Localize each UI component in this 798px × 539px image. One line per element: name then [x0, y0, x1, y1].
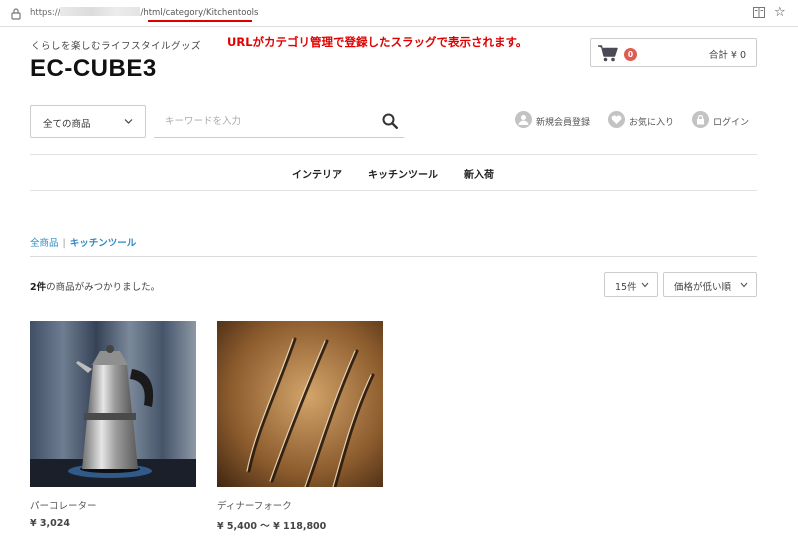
cart-count-badge: 0 [624, 48, 637, 61]
url-path-slug: category/Kitchentools [165, 8, 259, 18]
product-price: ¥ 3,024 [30, 518, 70, 529]
user-icon [515, 111, 532, 128]
nav-divider-top [30, 154, 757, 155]
url-scheme: https:// [30, 8, 61, 18]
cart-button[interactable]: 0 合計 ¥ 0 [590, 38, 757, 67]
breadcrumb: 全商品 | キッチンツール [30, 235, 136, 249]
nav-divider-bottom [30, 190, 757, 191]
heart-icon [608, 111, 625, 128]
sort-order-value: 価格が低い順 [674, 282, 732, 293]
login-label: ログイン [713, 118, 750, 128]
favorites-label: お気に入り [629, 118, 675, 128]
chevron-down-icon [740, 282, 748, 288]
url-highlight-underline [148, 20, 252, 22]
per-page-select[interactable]: 15件 [604, 272, 658, 297]
product-image-percolator[interactable] [30, 321, 196, 487]
bookmark-star-icon[interactable]: ☆ [774, 5, 786, 20]
reader-view-icon[interactable] [753, 7, 765, 18]
sort-order-select[interactable]: 価格が低い順 [663, 272, 757, 297]
lock-icon [692, 111, 709, 128]
nav-item-kitchentools[interactable]: キッチンツール [368, 166, 438, 181]
chevron-down-icon [641, 282, 649, 288]
nav-item-interior[interactable]: インテリア [292, 166, 342, 181]
product-name[interactable]: ディナーフォーク [217, 498, 292, 512]
search-icon[interactable] [382, 113, 398, 129]
cart-total: 合計 ¥ 0 [708, 50, 746, 61]
cart-icon [598, 45, 618, 62]
result-count: 2件の商品がみつかりました。 [30, 279, 160, 293]
product-name[interactable]: パーコレーター [30, 498, 97, 512]
breadcrumb-all-products[interactable]: 全商品 [30, 238, 59, 249]
site-tagline: くらしを楽しむライフスタイルグッズ [31, 41, 202, 52]
lock-icon [11, 8, 21, 20]
breadcrumb-current: キッチンツール [69, 238, 137, 249]
search-box [154, 105, 404, 138]
breadcrumb-divider [30, 256, 757, 257]
nav-item-new-arrivals[interactable]: 新入荷 [464, 166, 494, 181]
category-select[interactable]: 全ての商品 [30, 105, 146, 138]
url-text[interactable]: https:// /html/category/Kitchentools [30, 7, 258, 18]
search-input[interactable] [154, 105, 374, 137]
breadcrumb-separator: | [62, 238, 66, 249]
category-select-value: 全ての商品 [43, 119, 91, 130]
url-path-base: /html/ [140, 8, 166, 18]
register-label: 新規会員登録 [536, 118, 591, 128]
browser-url-bar[interactable]: https:// /html/category/Kitchentools ☆ [0, 0, 798, 27]
chevron-down-icon [124, 119, 133, 124]
product-image-dinner-forks[interactable] [217, 321, 383, 487]
site-logo[interactable]: EC-CUBE3 [30, 55, 157, 83]
url-redacted-host [60, 7, 141, 16]
result-count-number: 2件 [30, 282, 47, 293]
product-price: ¥ 5,400 ～ ¥ 118,800 [217, 521, 327, 532]
per-page-value: 15件 [615, 282, 637, 293]
result-count-suffix: の商品がみつかりました。 [46, 282, 161, 293]
annotation-note: URLがカテゴリ管理で登録したスラッグで表示されます。 [227, 35, 528, 49]
